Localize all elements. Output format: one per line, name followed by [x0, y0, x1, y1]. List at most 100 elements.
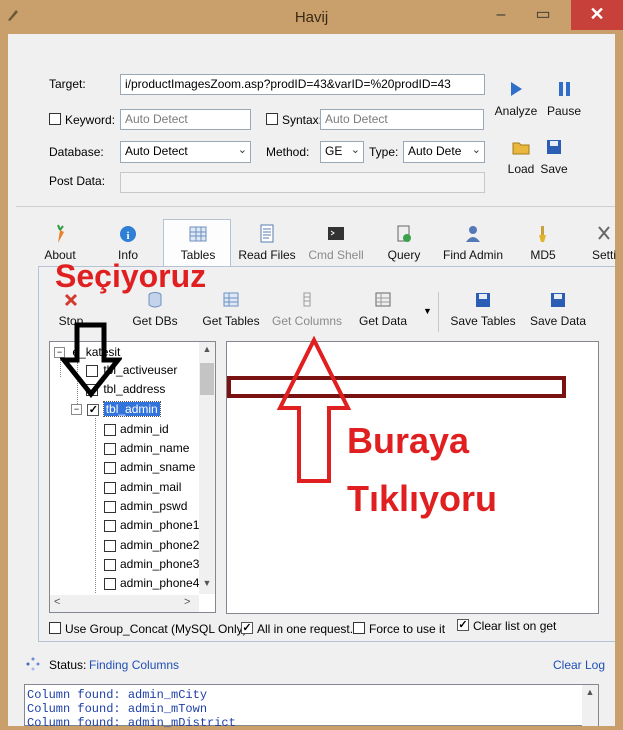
column-checkbox[interactable]	[104, 481, 116, 494]
tab-tables[interactable]: Tables	[176, 224, 220, 262]
pause-label: Pause	[546, 104, 582, 118]
type-value: Auto Dete	[408, 144, 462, 158]
scroll-up-icon[interactable]: ▲	[200, 344, 214, 354]
tab-cmd-shell[interactable]: Cmd Shell	[305, 224, 367, 262]
clear-log-link[interactable]: Clear Log	[553, 658, 605, 672]
tree-horizontal-scrollbar[interactable]	[50, 595, 199, 612]
tree-column-item[interactable]: admin_pswd	[104, 499, 187, 513]
tab-settings-label: Setti	[591, 248, 616, 262]
scroll-thumb[interactable]	[200, 363, 214, 395]
scroll-up-icon[interactable]: ▲	[582, 687, 598, 697]
pause-button[interactable]: Pause	[546, 80, 582, 118]
down-arrow-annotation	[60, 322, 122, 398]
status-value: Finding Columns	[89, 658, 180, 672]
divider	[16, 206, 615, 207]
tab-find-admin[interactable]: Find Admin	[440, 224, 506, 262]
tree-column-item[interactable]: admin_phone1	[104, 518, 199, 532]
target-input[interactable]: i/productImagesZoom.asp?prodID=43&varID=…	[120, 74, 485, 95]
database-value: Auto Detect	[125, 144, 188, 158]
method-label: Method:	[266, 145, 310, 159]
force-checkbox[interactable]	[353, 622, 365, 634]
column-label: admin_mail	[120, 480, 182, 494]
column-checkbox[interactable]	[104, 558, 116, 571]
save-data-button[interactable]: Save Data	[528, 290, 588, 328]
tab-settings[interactable]: Setti	[585, 224, 623, 262]
floppy-icon	[551, 293, 565, 307]
collapse-icon[interactable]: −	[71, 404, 82, 416]
database-select[interactable]: Auto Detect ⌄	[120, 141, 251, 163]
column-label: admin_phone4	[120, 576, 200, 590]
tab-md5[interactable]: MD5	[526, 224, 560, 262]
column-checkbox[interactable]	[104, 539, 116, 552]
postdata-input[interactable]	[120, 172, 485, 193]
tree-table-item-selected[interactable]: − ✓ tbl_admin	[71, 401, 161, 417]
scroll-right-icon[interactable]: >	[184, 596, 190, 608]
tree-column-item[interactable]: admin_phone2	[104, 538, 199, 552]
up-arrow-annotation	[276, 336, 352, 483]
tab-md5-label: MD5	[530, 248, 556, 262]
log-scrollbar[interactable]: ▲	[582, 685, 598, 726]
group-concat-checkbox[interactable]	[49, 622, 61, 634]
minimize-button[interactable]: –	[486, 2, 516, 28]
tab-query[interactable]: Query	[384, 224, 424, 262]
column-checkbox[interactable]	[104, 519, 116, 532]
column-label: admin_name	[120, 441, 190, 455]
clear-list-checkbox[interactable]: ✓	[457, 619, 469, 631]
save-tables-button[interactable]: Save Tables	[448, 290, 518, 328]
method-select[interactable]: GE ⌄	[320, 141, 364, 163]
log-box[interactable]: Column found: admin_mCity Column found: …	[24, 684, 599, 730]
type-select[interactable]: Auto Dete ⌄	[403, 141, 485, 163]
tree-column-item[interactable]: admin_phone3	[104, 557, 199, 571]
load-button[interactable]: Load	[505, 138, 537, 176]
get-data-dropdown-arrow[interactable]: ▼	[423, 306, 432, 316]
info-icon: i	[120, 226, 136, 242]
get-data-button[interactable]: Get Data	[356, 290, 410, 328]
log-line: Column found: admin_mDistrict	[27, 716, 236, 730]
column-label: admin_sname	[120, 460, 196, 474]
tree-column-item[interactable]: admin_sname	[104, 460, 195, 474]
column-checkbox[interactable]	[104, 461, 116, 474]
scroll-down-icon[interactable]: ▼	[200, 578, 214, 588]
tree-column-item[interactable]: admin_mail	[104, 480, 181, 494]
syntax-checkbox[interactable]	[266, 113, 278, 125]
close-button[interactable]: ✕	[571, 0, 623, 30]
brush-icon	[539, 226, 546, 242]
get-dbs-button[interactable]: Get DBs	[128, 290, 182, 328]
terminal-icon	[328, 227, 344, 240]
maximize-button[interactable]: ▭	[528, 2, 558, 28]
all-in-one-label: All in one request.	[257, 622, 354, 636]
tree-column-item[interactable]: admin_name	[104, 441, 189, 455]
analyze-button[interactable]: Analyze	[494, 80, 538, 118]
tab-find-admin-label: Find Admin	[442, 248, 504, 262]
target-label: Target:	[49, 77, 86, 91]
tab-info[interactable]: i Info	[110, 224, 146, 262]
tab-query-label: Query	[387, 248, 421, 262]
query-icon	[397, 225, 411, 242]
scroll-left-icon[interactable]: <	[54, 596, 60, 608]
keyword-input[interactable]: Auto Detect	[120, 109, 251, 130]
column-checkbox[interactable]	[104, 442, 116, 455]
table-label: tbl_admin	[102, 401, 161, 417]
get-columns-label: Get Columns	[271, 314, 343, 328]
all-in-one-checkbox[interactable]: ✓	[241, 622, 253, 634]
svg-text:i: i	[126, 230, 129, 242]
keyword-checkbox[interactable]	[49, 113, 61, 125]
table-checkbox-checked[interactable]: ✓	[87, 403, 100, 416]
save-label: Save	[540, 162, 568, 176]
tree-column-item[interactable]: admin_phone4	[104, 576, 199, 590]
postdata-label: Post Data:	[49, 174, 106, 188]
syntax-input[interactable]: Auto Detect	[320, 109, 484, 130]
annotation-buraya: Buraya	[347, 420, 470, 461]
get-tables-button[interactable]: Get Tables	[198, 290, 264, 328]
get-columns-button[interactable]: Get Columns	[268, 290, 346, 328]
column-checkbox[interactable]	[104, 577, 116, 590]
tab-read-files[interactable]: Read Files	[238, 224, 296, 262]
play-icon	[511, 82, 522, 96]
user-icon	[466, 226, 480, 242]
save-button[interactable]: Save	[540, 138, 568, 176]
column-checkbox[interactable]	[104, 500, 116, 513]
tree-column-item[interactable]: admin_id	[104, 422, 169, 436]
tab-about[interactable]: About	[40, 224, 80, 262]
column-checkbox[interactable]	[104, 423, 116, 436]
spinner-icon	[26, 657, 40, 671]
